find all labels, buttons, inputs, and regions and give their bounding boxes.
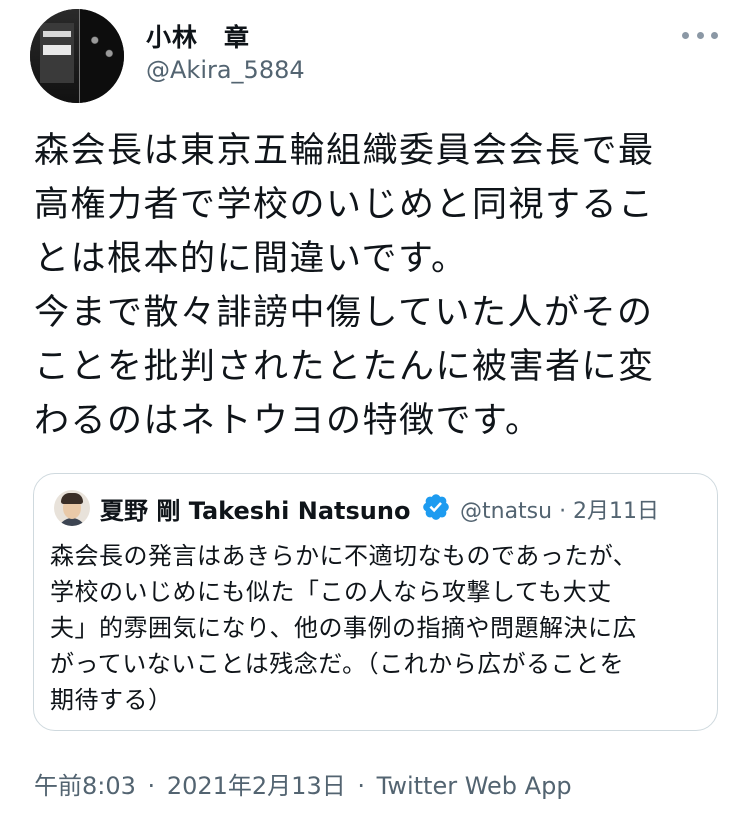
more-horizontal-icon[interactable] [682,30,718,40]
quoted-text-line: がっていないことは残念だ。（これから広がることを [50,650,625,678]
quoted-text-line: 学校のいじめにも似た「この人なら攻撃しても大丈 [50,578,612,606]
tweet-client[interactable]: Twitter Web App [377,772,572,800]
verified-badge-icon [423,494,449,520]
tweet-date[interactable]: 2021年2月13日 [167,772,346,800]
tweet-text-line: とは根本的に間違いです。 [34,239,468,279]
meta-separator: · [357,772,365,800]
quoted-author-name: 夏野 剛 Takeshi Natsuno [100,497,411,525]
quoted-tweet-card[interactable]: 夏野 剛 Takeshi Natsuno @tnatsu · 2月11日 森会長… [33,473,718,731]
author-handle[interactable]: @Akira_5884 [146,56,305,84]
tweet-meta: 午前8:03 · 2021年2月13日 · Twitter Web App [34,766,572,801]
tweet-text-line: 高権力者で学校のいじめと同視するこ [34,185,655,225]
quoted-text-line: 森会長の発言はあきらかに不適切なものであったが、 [50,542,638,570]
quoted-handle-date: @tnatsu · 2月11日 [460,499,660,524]
tweet-text-line: 森会長は東京五輪組織委員会会長で最 [34,131,655,171]
quoted-text-line: 夫」的雰囲気になり、他の事例の指摘や問題解決に広 [50,614,638,642]
avatar-book-right [80,9,124,103]
author-display-name[interactable]: 小林 章 [146,18,250,54]
quoted-author-avatar [54,490,90,526]
quoted-text-line: 期待する） [50,686,173,714]
tweet-text-line: ことを批判されたとたんに被害者に変 [34,347,655,387]
quoted-tweet-text: 森会長の発言はあきらかに不適切なものであったが、 学校のいじめにも似た「この人な… [50,538,710,718]
meta-separator: · [147,772,156,800]
tweet-text: 森会長は東京五輪組織委員会会長で最 高権力者で学校のいじめと同視するこ とは根本… [34,124,724,448]
tweet-text-line: 今まで散々誹謗中傷していた人がその [34,293,654,333]
avatar-book-left [30,9,80,103]
tweet-time[interactable]: 午前8:03 [34,772,136,800]
author-avatar[interactable] [30,9,124,103]
tweet-text-line: わるのはネトウヨの特徴です。 [34,401,542,441]
tweet-detail: 小林 章 @Akira_5884 森会長は東京五輪組織委員会会長で最 高権力者で… [0,0,750,828]
